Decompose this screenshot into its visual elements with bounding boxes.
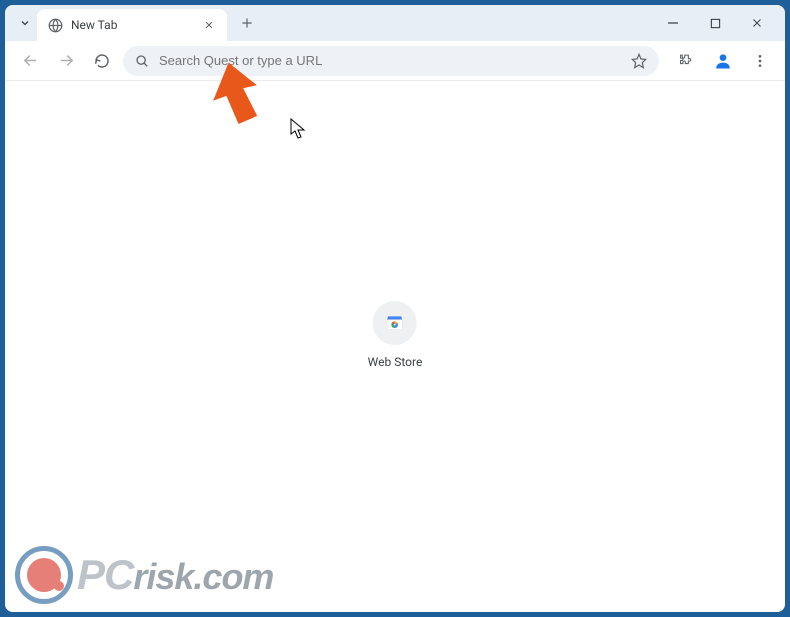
- browser-window: New Tab: [5, 5, 785, 612]
- forward-button[interactable]: [51, 46, 81, 76]
- close-window-button[interactable]: [743, 9, 771, 37]
- watermark: PCrisk.com: [15, 546, 273, 604]
- tab-search-dropdown[interactable]: [13, 11, 37, 35]
- shortcut-tile[interactable]: [373, 301, 417, 345]
- titlebar: New Tab: [5, 5, 785, 41]
- extensions-button[interactable]: [671, 46, 701, 76]
- puzzle-icon: [678, 52, 695, 69]
- star-icon: [631, 53, 647, 69]
- shortcut-web-store[interactable]: Web Store: [368, 301, 423, 369]
- arrow-left-icon: [22, 52, 39, 69]
- toolbar: [5, 41, 785, 81]
- address-bar[interactable]: [123, 46, 659, 76]
- plus-icon: [240, 16, 254, 30]
- bookmark-button[interactable]: [631, 53, 647, 69]
- back-button[interactable]: [15, 46, 45, 76]
- chevron-down-icon: [19, 17, 31, 29]
- web-store-icon: [385, 313, 405, 333]
- tab-title: New Tab: [71, 18, 193, 32]
- new-tab-button[interactable]: [233, 9, 261, 37]
- minimize-button[interactable]: [659, 9, 687, 37]
- profile-button[interactable]: [709, 47, 737, 75]
- watermark-text: PCrisk.com: [77, 551, 273, 599]
- tab-close-button[interactable]: [201, 17, 217, 33]
- reload-button[interactable]: [87, 46, 117, 76]
- watermark-badge-icon: [15, 546, 73, 604]
- reload-icon: [94, 53, 110, 69]
- globe-icon: [47, 17, 63, 33]
- person-icon: [713, 51, 733, 71]
- browser-tab[interactable]: New Tab: [37, 9, 227, 41]
- close-icon: [751, 17, 763, 29]
- search-icon: [135, 54, 149, 68]
- watermark-brand: PC: [77, 551, 133, 598]
- new-tab-page: Web Store PCrisk.com: [5, 81, 785, 612]
- watermark-domain: risk.com: [133, 556, 273, 597]
- maximize-button[interactable]: [701, 9, 729, 37]
- menu-button[interactable]: [745, 46, 775, 76]
- omnibox-input[interactable]: [159, 53, 621, 68]
- close-icon: [204, 20, 214, 30]
- arrow-right-icon: [58, 52, 75, 69]
- window-controls: [659, 9, 785, 37]
- kebab-icon: [752, 53, 768, 69]
- minimize-icon: [667, 17, 679, 29]
- shortcut-label: Web Store: [368, 355, 423, 369]
- maximize-icon: [710, 18, 721, 29]
- toolbar-right: [665, 46, 775, 76]
